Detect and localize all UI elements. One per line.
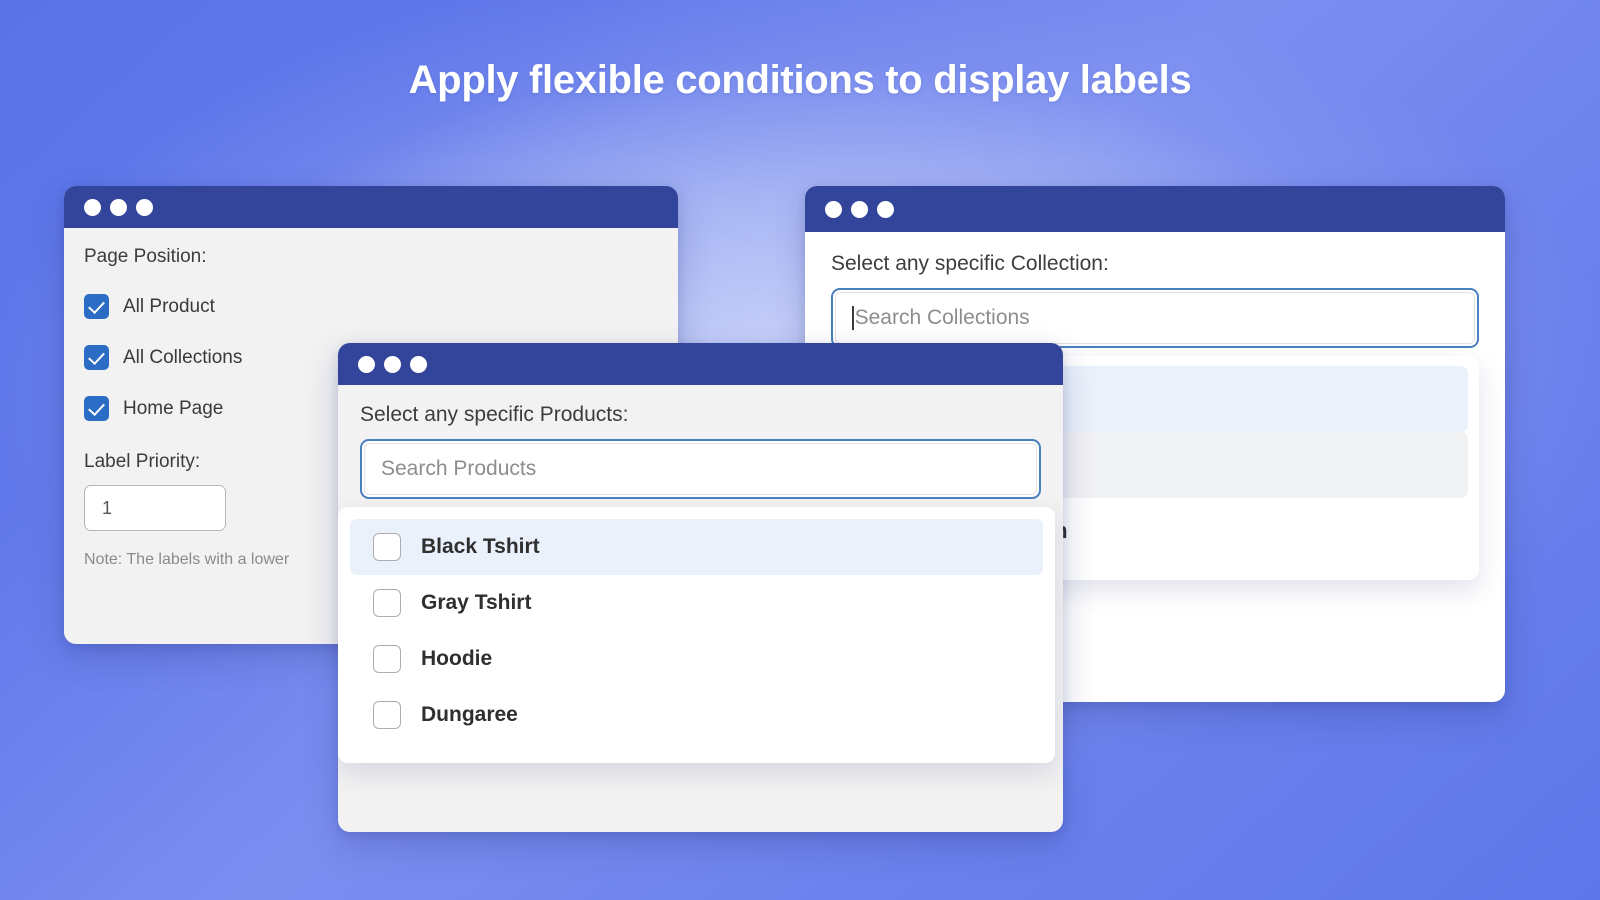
product-selector-card: Select any specific Products: Search Pro… [338,343,1063,832]
window-dot-red-icon[interactable] [84,198,101,216]
checkbox-checked-icon[interactable] [84,294,109,319]
list-item-label: Hoodie [421,647,493,670]
product-search-input[interactable]: Search Products [364,443,1037,495]
checkbox-row-all-product[interactable]: All Product [84,294,658,319]
list-item[interactable]: Gray Tshirt [350,575,1043,631]
window-dot-yellow-icon[interactable] [110,198,127,216]
checkbox-label-all-collections: All Collections [123,346,243,368]
list-item-label: Black Tshirt [421,535,540,558]
collection-search-input[interactable]: Search Collections [835,292,1475,344]
product-section-label: Select any specific Products: [360,403,629,426]
page-position-label: Page Position: [84,246,207,267]
window-dot-green-icon[interactable] [136,198,153,216]
checkbox-unchecked-icon[interactable] [373,533,401,561]
page-title: Apply flexible conditions to display lab… [408,58,1192,102]
checkbox-unchecked-icon[interactable] [373,645,401,673]
product-search-placeholder: Search Products [381,457,537,480]
product-card-body: Select any specific Products: Search Pro… [338,385,1063,763]
checkbox-label-all-product: All Product [123,295,215,317]
window-dot-green-icon[interactable] [877,200,894,218]
window-dot-green-icon[interactable] [410,355,427,373]
window-titlebar [805,186,1505,232]
product-search-wrapper: Search Products [360,439,1041,499]
list-item-label: Dungaree [421,703,518,726]
checkbox-checked-icon[interactable] [84,396,109,421]
window-titlebar [64,186,678,228]
checkbox-label-home-page: Home Page [123,397,224,419]
window-titlebar [338,343,1063,385]
collection-search-wrapper: Search Collections [831,288,1479,348]
product-dropdown-list: Black Tshirt Gray Tshirt Hoodie Dungaree [338,507,1055,763]
checkbox-checked-icon[interactable] [84,345,109,370]
window-dot-red-icon[interactable] [358,355,375,373]
window-dot-yellow-icon[interactable] [851,200,868,218]
window-dot-yellow-icon[interactable] [384,355,401,373]
list-item[interactable]: Black Tshirt [350,519,1043,575]
checkbox-unchecked-icon[interactable] [373,589,401,617]
list-item[interactable]: Hoodie [350,631,1043,687]
window-dot-red-icon[interactable] [825,200,842,218]
list-item[interactable]: Dungaree [350,687,1043,743]
collection-search-placeholder: Search Collections [854,306,1030,329]
text-caret [852,306,854,330]
collection-section-label: Select any specific Collection: [831,252,1109,275]
label-priority-input[interactable]: 1 [84,485,226,531]
list-item-label: Gray Tshirt [421,591,532,614]
checkbox-unchecked-icon[interactable] [373,701,401,729]
